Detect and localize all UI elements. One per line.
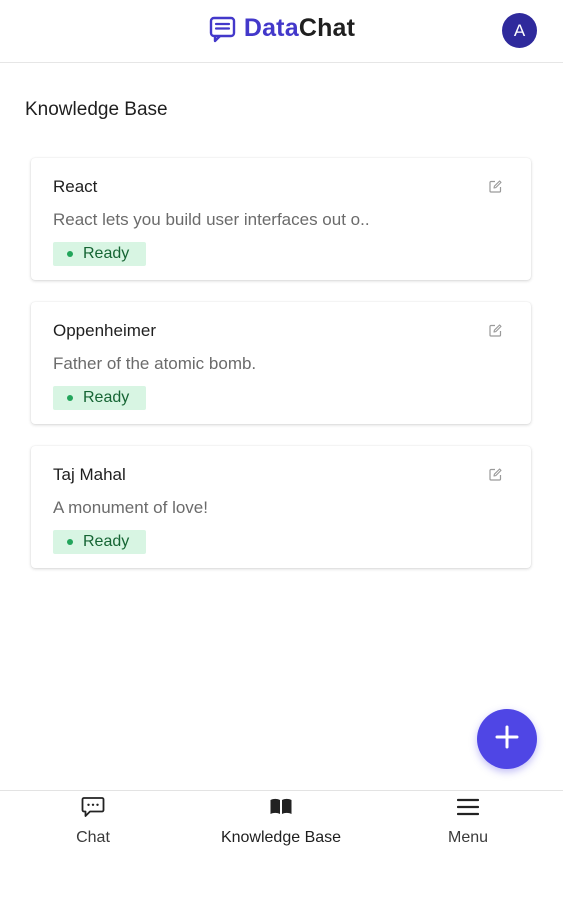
nav-label: Chat xyxy=(76,829,110,846)
edit-icon[interactable] xyxy=(487,466,503,482)
nav-label: Knowledge Base xyxy=(220,829,342,846)
brand-logo: DataChat xyxy=(0,14,563,43)
chat-logo-icon xyxy=(208,15,238,43)
nav-item-chat[interactable]: Chat xyxy=(13,791,173,861)
book-icon xyxy=(269,795,293,819)
knowledge-card[interactable]: Taj Mahal A monument of love! Ready xyxy=(31,446,531,568)
status-label: Ready xyxy=(83,389,130,406)
nav-label: Menu xyxy=(447,829,489,846)
status-dot-icon xyxy=(67,539,73,545)
status-badge: Ready xyxy=(53,242,146,266)
status-label: Ready xyxy=(83,533,130,550)
page-title: Knowledge Base xyxy=(25,99,168,120)
nav-item-knowledge-base[interactable]: Knowledge Base xyxy=(201,791,361,861)
bottom-navigation: Chat Knowledge Base Menu xyxy=(0,790,563,900)
hamburger-menu-icon xyxy=(457,795,479,819)
chat-bubble-icon xyxy=(81,795,105,819)
card-title: React xyxy=(53,177,98,196)
knowledge-card[interactable]: React React lets you build user interfac… xyxy=(31,158,531,280)
card-description: Father of the atomic bomb. xyxy=(53,354,257,373)
status-label: Ready xyxy=(83,245,130,262)
card-description: React lets you build user interfaces out… xyxy=(53,210,370,229)
status-dot-icon xyxy=(67,395,73,401)
card-title: Taj Mahal xyxy=(53,465,126,484)
brand-name-part1: Data xyxy=(243,14,299,42)
card-description: A monument of love! xyxy=(53,498,208,517)
edit-icon[interactable] xyxy=(487,322,503,338)
edit-icon[interactable] xyxy=(487,178,503,194)
plus-icon xyxy=(494,724,520,755)
top-app-bar: DataChat A xyxy=(0,0,563,63)
app-root: DataChat A Knowledge Base React React le… xyxy=(0,0,563,900)
status-dot-icon xyxy=(67,251,73,257)
card-title: Oppenheimer xyxy=(53,321,157,340)
knowledge-card[interactable]: Oppenheimer Father of the atomic bomb. R… xyxy=(31,302,531,424)
status-badge: Ready xyxy=(53,530,146,554)
brand-name-part2: Chat xyxy=(298,14,356,42)
knowledge-base-list: React React lets you build user interfac… xyxy=(31,158,531,590)
nav-item-menu[interactable]: Menu xyxy=(388,791,548,861)
brand-name: DataChat xyxy=(244,14,355,43)
user-avatar[interactable]: A xyxy=(502,13,537,48)
add-knowledge-button[interactable] xyxy=(477,709,537,769)
status-badge: Ready xyxy=(53,386,146,410)
